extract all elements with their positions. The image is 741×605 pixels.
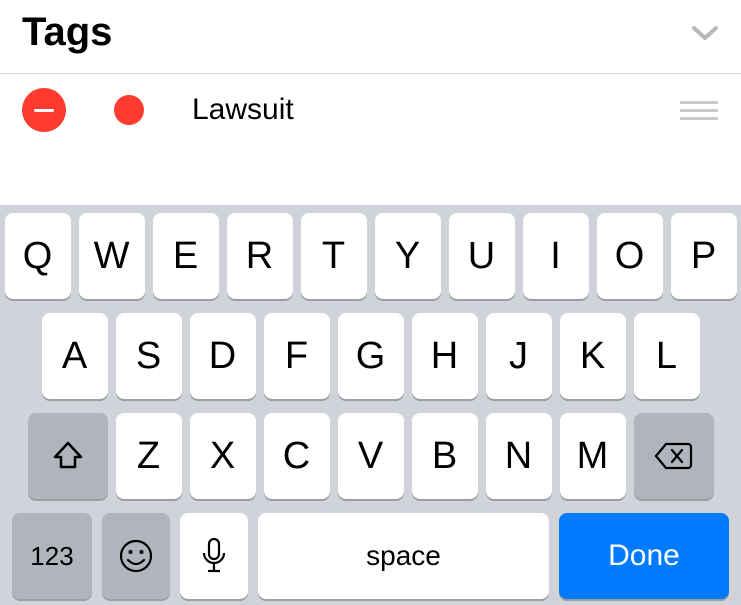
emoji-key[interactable] [102, 513, 170, 599]
space-key[interactable]: space [258, 513, 549, 599]
key-g[interactable]: G [338, 313, 404, 399]
collapse-chevron-icon[interactable] [691, 19, 719, 47]
keyboard-row-3: Z X C V B N M [4, 413, 737, 499]
minus-icon [34, 109, 54, 112]
delete-tag-button[interactable] [22, 88, 66, 132]
key-m[interactable]: M [560, 413, 626, 499]
reorder-handle-icon[interactable] [679, 101, 719, 120]
key-w[interactable]: W [79, 213, 145, 299]
dictation-key[interactable] [180, 513, 248, 599]
key-l[interactable]: L [634, 313, 700, 399]
key-j[interactable]: J [486, 313, 552, 399]
header: Tags [0, 0, 741, 74]
key-a[interactable]: A [42, 313, 108, 399]
key-z[interactable]: Z [116, 413, 182, 499]
key-o[interactable]: O [597, 213, 663, 299]
key-c[interactable]: C [264, 413, 330, 499]
key-e[interactable]: E [153, 213, 219, 299]
numbers-key[interactable]: 123 [12, 513, 92, 599]
tag-name-input[interactable] [192, 93, 657, 127]
key-i[interactable]: I [523, 213, 589, 299]
key-h[interactable]: H [412, 313, 478, 399]
key-d[interactable]: D [190, 313, 256, 399]
key-r[interactable]: R [227, 213, 293, 299]
key-y[interactable]: Y [375, 213, 441, 299]
keyboard-row-4: 123 space Done [4, 513, 737, 599]
keyboard-row-2: A S D F G H J K L [4, 313, 737, 399]
key-q[interactable]: Q [5, 213, 71, 299]
page-title: Tags [22, 10, 112, 55]
tag-color-dot[interactable] [114, 95, 144, 125]
key-v[interactable]: V [338, 413, 404, 499]
tag-row [0, 74, 741, 146]
key-s[interactable]: S [116, 313, 182, 399]
key-n[interactable]: N [486, 413, 552, 499]
key-f[interactable]: F [264, 313, 330, 399]
done-key[interactable]: Done [559, 513, 729, 599]
key-t[interactable]: T [301, 213, 367, 299]
backspace-key[interactable] [634, 413, 714, 499]
key-b[interactable]: B [412, 413, 478, 499]
key-p[interactable]: P [671, 213, 737, 299]
keyboard: Q W E R T Y U I O P A S D F G H J K L Z … [0, 205, 741, 605]
key-x[interactable]: X [190, 413, 256, 499]
keyboard-row-1: Q W E R T Y U I O P [4, 213, 737, 299]
shift-key[interactable] [28, 413, 108, 499]
key-u[interactable]: U [449, 213, 515, 299]
key-k[interactable]: K [560, 313, 626, 399]
